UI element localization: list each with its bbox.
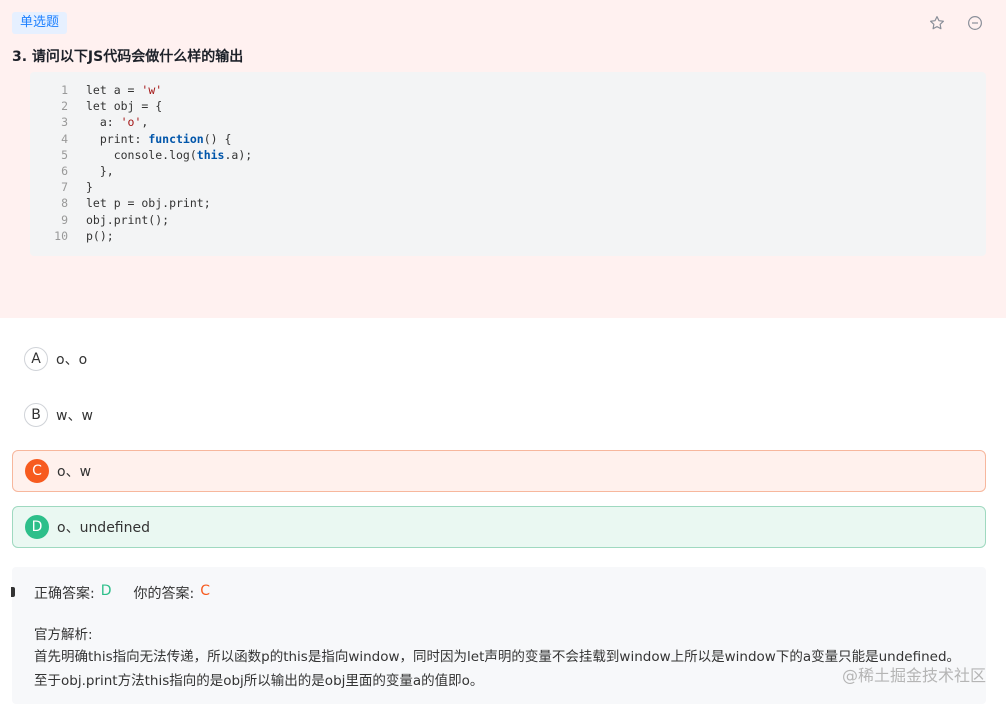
code-line: 4 print: function() { [30,131,986,147]
option-text: w、w [56,408,93,424]
correct-answer-label: 正确答案: [34,586,95,602]
code-line: 10 p(); [30,228,986,244]
answer-row: 正确答案: D 你的答案: C [34,583,210,603]
line-number: 5 [61,147,68,162]
code-text: console.log(this.a); [86,147,253,162]
line-number: 6 [61,163,68,178]
question-panel: 单选题 3. 请问以下JS代码会做什么样的输出 1 let a = 'w' 2 let… [0,0,1006,318]
analysis-title: 官方解析: [34,627,93,643]
code-line: 2 let obj = { [30,98,986,114]
your-answer-value: C [200,583,210,599]
code-line: 6 }, [30,163,986,179]
code-line: 9 obj.print(); [30,212,986,228]
option-letter: B [24,403,48,427]
watermark: @稀土掘金技术社区 [841,666,986,685]
option-d[interactable]: D o、undefined [12,506,986,548]
option-c[interactable]: C o、w [12,450,986,492]
line-number: 1 [61,83,68,97]
answer-marker [11,587,15,597]
code-text: obj.print(); [86,212,170,227]
code-text: let p = obj.print; [86,196,211,211]
option-text: o、w [57,464,92,480]
question-title: 3. 请问以下JS代码会做什么样的输出 [12,49,244,65]
minus-circle-icon[interactable] [966,14,984,32]
code-line: 3 a: 'o', [30,114,986,130]
code-text: let obj = { [86,99,163,114]
line-number: 2 [61,99,68,114]
your-answer-label: 你的答案: [133,586,195,602]
code-text: }, [86,163,114,178]
option-letter: D [25,515,49,539]
option-text: o、o [56,352,88,368]
code-line: 5 console.log(this.a); [30,147,986,163]
option-b[interactable]: B w、w [12,394,986,436]
option-letter: A [24,347,48,371]
correct-answer-value: D [100,583,112,599]
code-text: a: 'o', [86,115,149,130]
option-text: o、undefined [57,520,151,536]
line-number: 4 [61,131,68,146]
code-line: 1 let a = 'w' [30,82,986,98]
code-block: 1 let a = 'w' 2 let obj = {3 a: 'o', 4 print… [30,72,986,256]
code-text: let a = 'w' [86,83,163,97]
question-type-badge: 单选题 [12,12,68,34]
option-a[interactable]: A o、o [12,338,986,380]
option-letter: C [25,459,49,483]
code-text: print: function() { [86,131,232,146]
answer-panel: 正确答案: D 你的答案: C 官方解析: 首先明确this指向无法传递，所以函… [11,567,986,704]
line-number: 8 [61,196,68,211]
line-number: 9 [61,212,68,227]
code-text: } [86,180,93,195]
code-text: p(); [86,228,114,243]
line-number: 10 [54,228,68,243]
star-icon[interactable] [928,14,946,32]
line-number: 7 [61,180,68,195]
analysis-text: 首先明确this指向无法传递，所以函数p的this是指向window，同时因为l… [34,649,961,689]
line-number: 3 [61,115,68,130]
code-line: 7} [30,179,986,195]
code-line: 8 let p = obj.print; [30,195,986,211]
